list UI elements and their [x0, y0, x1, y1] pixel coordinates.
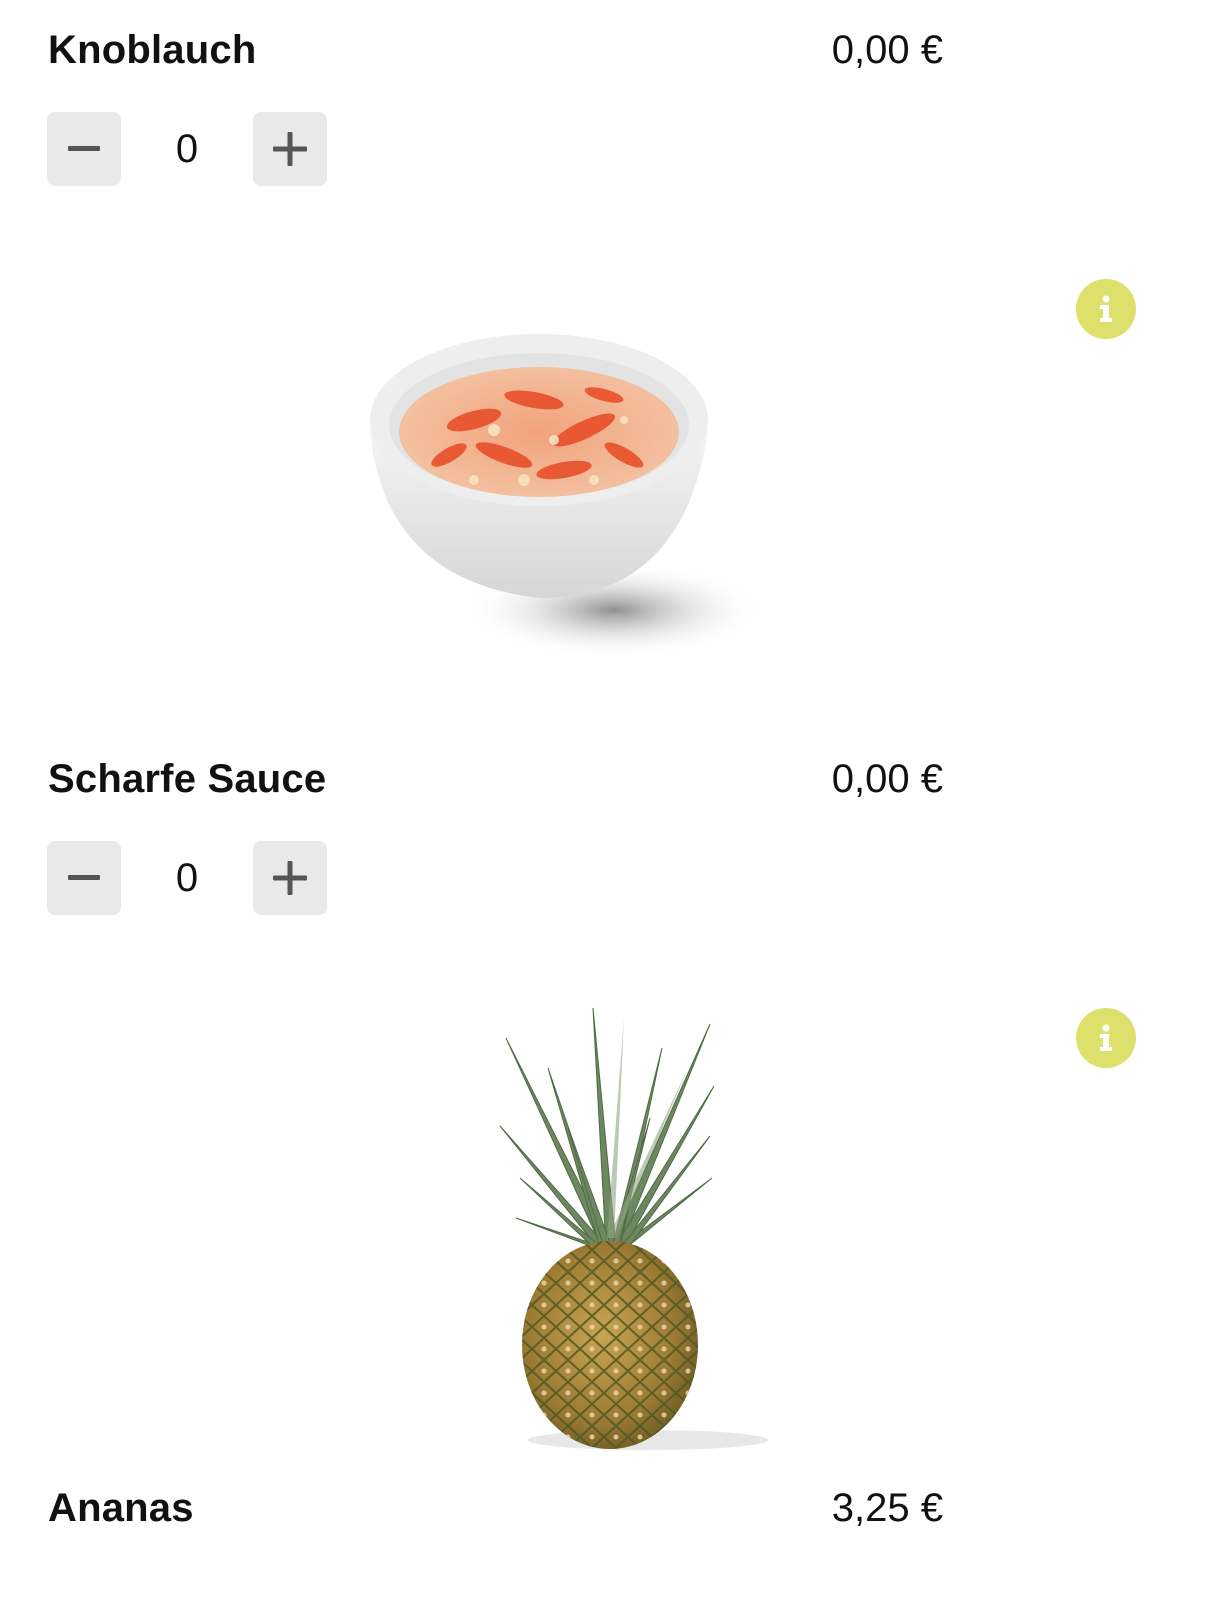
- decrease-button[interactable]: [47, 112, 121, 186]
- increase-button[interactable]: [253, 112, 327, 186]
- item-name: Scharfe Sauce: [48, 756, 327, 801]
- plus-icon: [273, 132, 307, 166]
- minus-icon: [68, 146, 100, 151]
- list-item-header: Scharfe Sauce 0,00 €: [48, 754, 943, 804]
- decrease-button[interactable]: [47, 841, 121, 915]
- product-list: Knoblauch 0,00 € 0 Scharfe Sauce 0,00 € …: [0, 0, 1206, 1600]
- plus-icon: [273, 861, 307, 895]
- info-icon: [1100, 1024, 1112, 1051]
- info-button[interactable]: [1076, 1008, 1136, 1068]
- item-price: 3,25 €: [831, 1485, 943, 1530]
- info-button[interactable]: [1076, 279, 1136, 339]
- quantity-value: 0: [175, 856, 199, 900]
- sauce-bowl-image: [370, 334, 764, 658]
- list-item-header: Knoblauch 0,00 €: [48, 25, 943, 75]
- list-item-header: Ananas 3,25 €: [48, 1483, 943, 1533]
- quantity-stepper: 0: [47, 112, 327, 186]
- item-name: Knoblauch: [48, 27, 257, 72]
- pineapple-image: [499, 1008, 768, 1450]
- minus-icon: [68, 875, 100, 880]
- info-icon: [1100, 295, 1112, 322]
- quantity-stepper: 0: [47, 841, 327, 915]
- item-price: 0,00 €: [831, 756, 943, 801]
- quantity-value: 0: [175, 127, 199, 171]
- item-name: Ananas: [48, 1485, 194, 1530]
- increase-button[interactable]: [253, 841, 327, 915]
- item-price: 0,00 €: [831, 27, 943, 72]
